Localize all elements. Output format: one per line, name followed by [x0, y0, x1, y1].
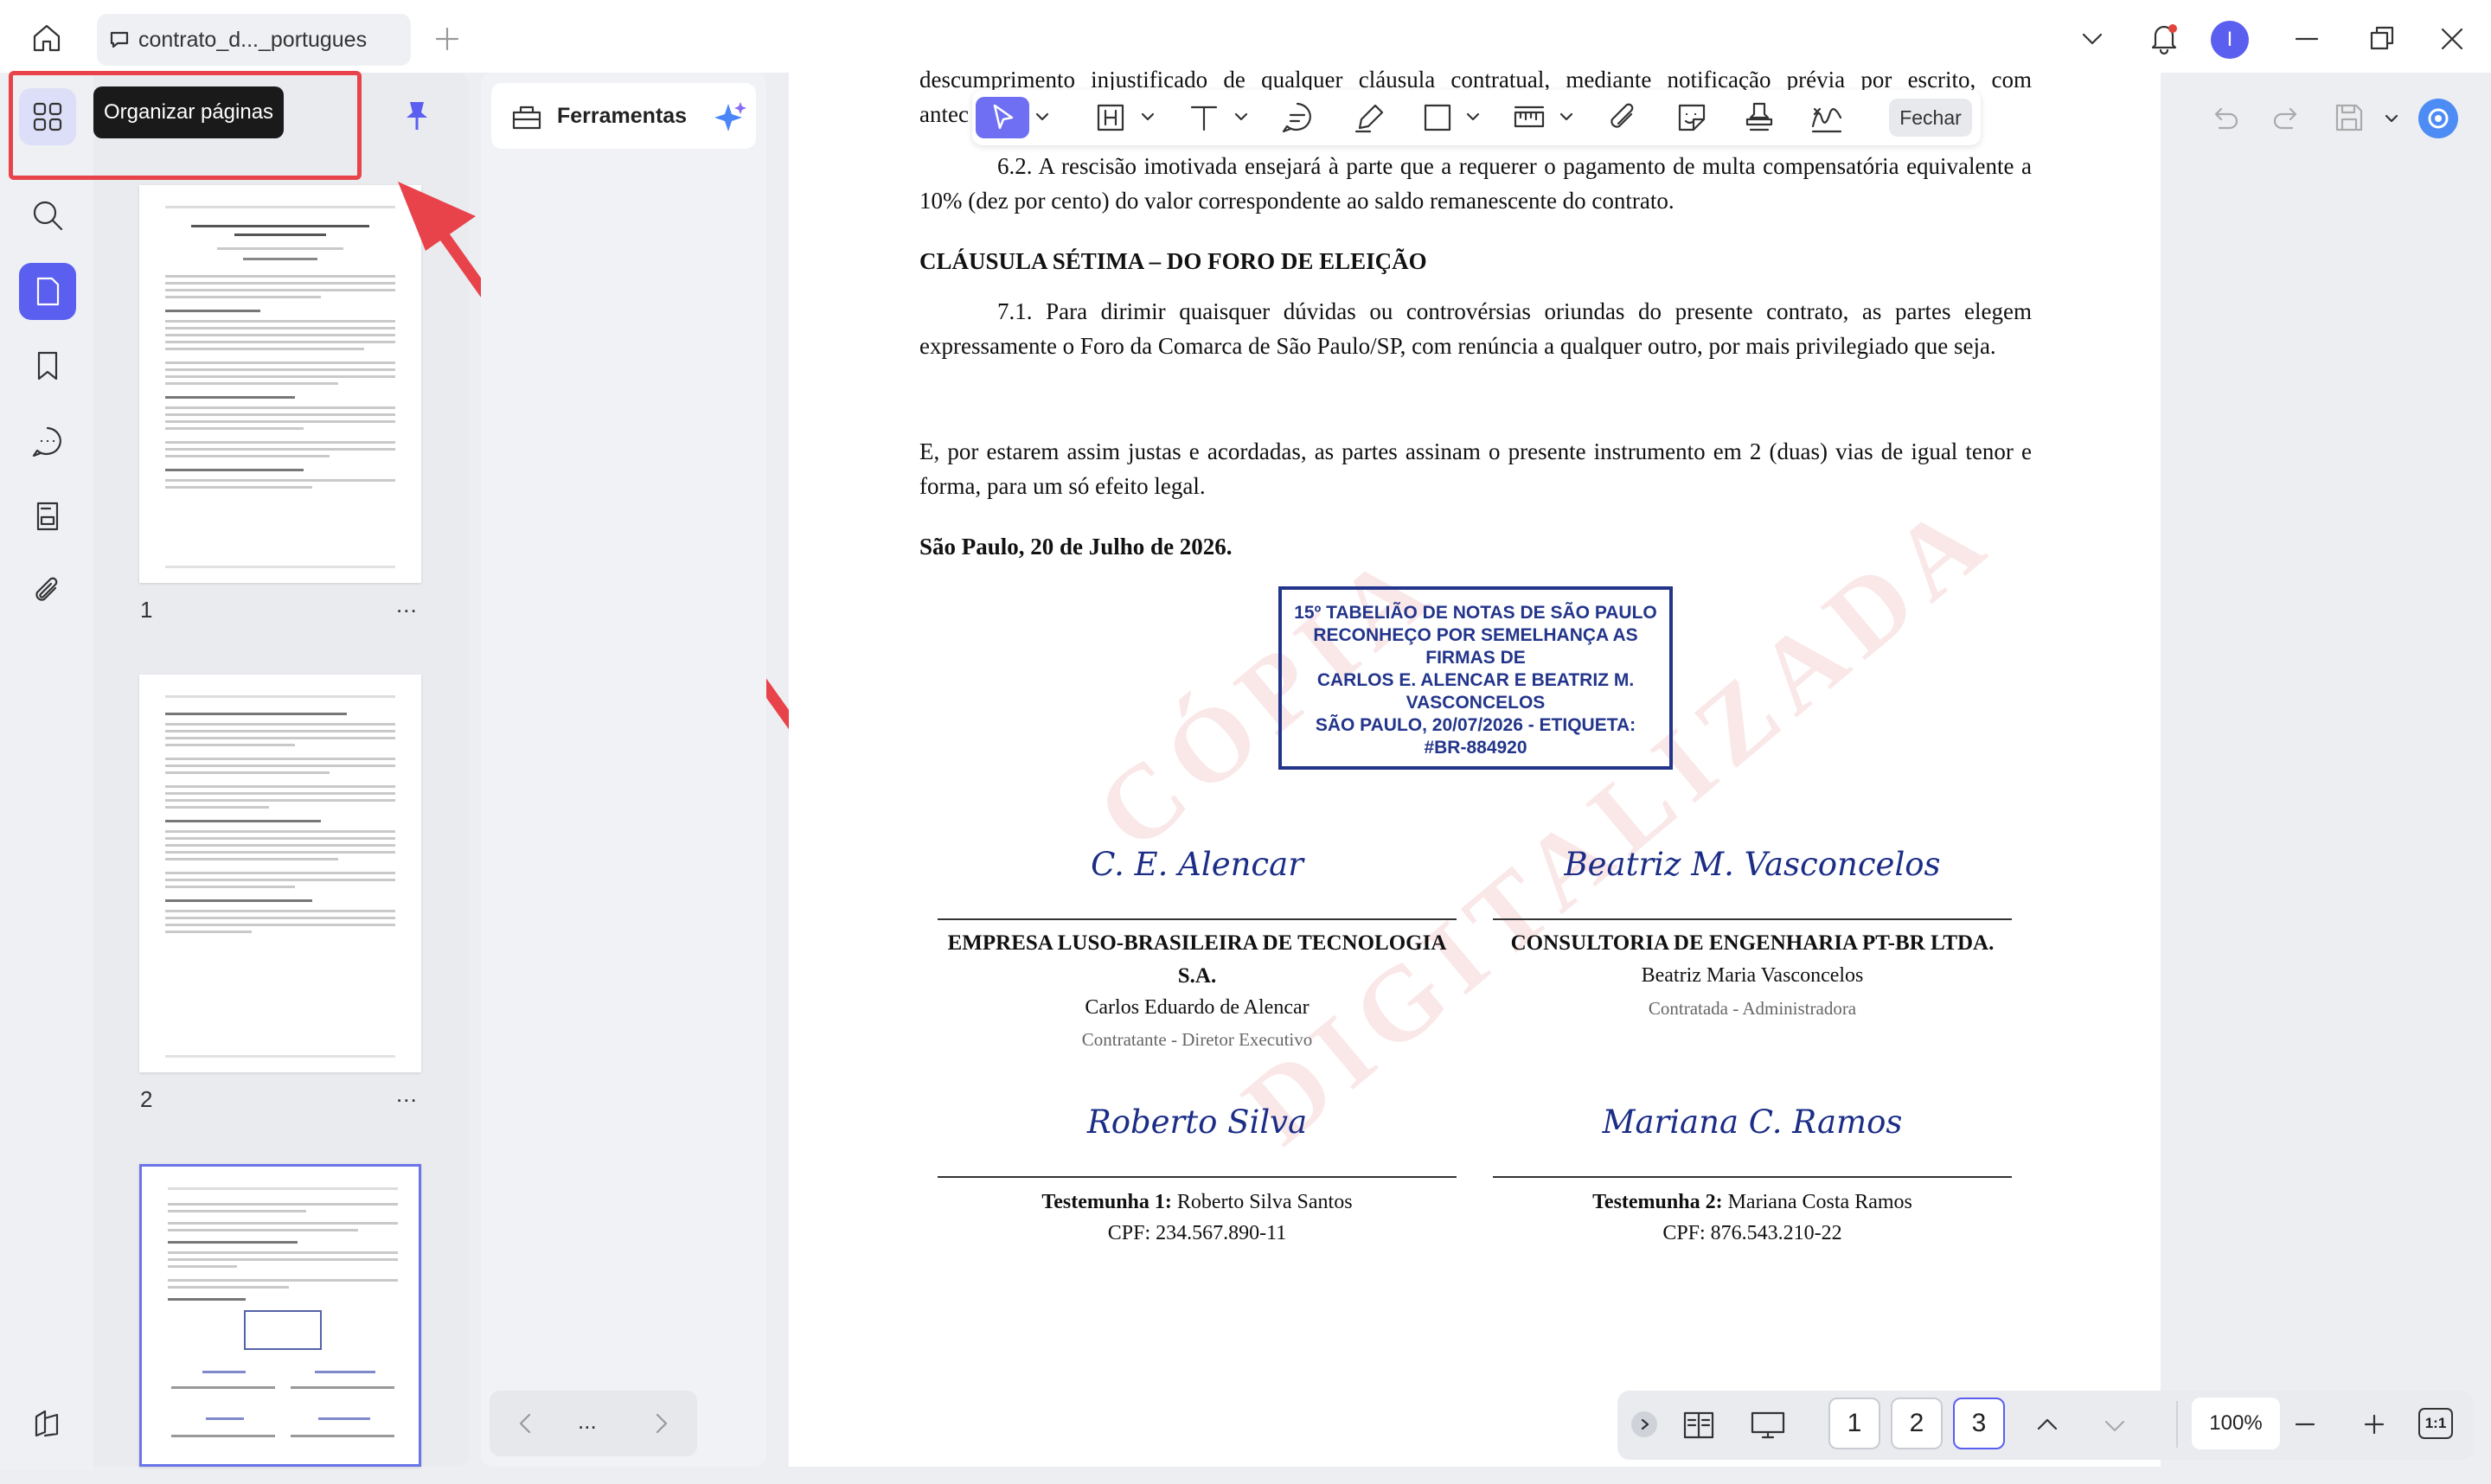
- comments-icon[interactable]: [19, 413, 76, 470]
- attachment-tool-icon[interactable]: [1605, 100, 1640, 135]
- document-tab[interactable]: contrato_d..._portugues: [97, 14, 411, 66]
- page-button-2[interactable]: 2: [1891, 1398, 1943, 1449]
- form-fields-icon[interactable]: [19, 488, 76, 545]
- rectangle-tool-icon[interactable]: [1420, 100, 1455, 135]
- notification-bell-icon[interactable]: [2147, 21, 2181, 55]
- text-tool-icon[interactable]: [1187, 100, 1221, 135]
- thumbnail-number: 1: [140, 597, 153, 623]
- chevron-down-icon[interactable]: [1034, 109, 1050, 125]
- pen-tool-icon[interactable]: [1353, 100, 1387, 135]
- collapse-arrow-icon[interactable]: [1631, 1411, 1657, 1437]
- signatory-name: Carlos Eduardo de Alencar: [1085, 996, 1310, 1019]
- page-thumbnails-icon[interactable]: [19, 263, 76, 320]
- signature-vasconcelos: Beatriz M. Vasconcelos: [1564, 846, 1941, 883]
- witness-2-info: Testemunha 2: Mariana Costa Ramos CPF: 8…: [1592, 1191, 1912, 1244]
- signature-witness-1: Roberto Silva: [1086, 1103, 1308, 1141]
- signature-witness-2: Mariana C. Ramos: [1602, 1103, 1903, 1141]
- toolbox-icon: [510, 100, 543, 133]
- left-nav: [0, 73, 93, 1470]
- restore-window-icon[interactable]: [2368, 24, 2396, 52]
- select-tool[interactable]: [976, 97, 1029, 138]
- redo-icon[interactable]: [2271, 104, 2301, 133]
- signatory-name: Beatriz Maria Vasconcelos: [1641, 964, 1864, 987]
- page-button-1[interactable]: 1: [1828, 1398, 1880, 1449]
- zoom-in-icon[interactable]: [2361, 1411, 2387, 1437]
- tools-button[interactable]: Ferramentas: [491, 83, 756, 149]
- document-page: CÓPIA DIGITALIZADA: [875, 73, 2041, 1467]
- actual-size-button[interactable]: 1:1: [2418, 1408, 2453, 1439]
- undo-icon[interactable]: [2211, 104, 2240, 133]
- chevron-down-icon[interactable]: [1140, 109, 1156, 125]
- signature-line: [938, 1176, 1457, 1178]
- pin-icon[interactable]: [401, 99, 432, 133]
- chevron-down-icon[interactable]: [2079, 26, 2105, 52]
- signature-alencar: C. E. Alencar: [1091, 846, 1303, 883]
- signature-line: [938, 918, 1457, 920]
- chevron-down-icon[interactable]: [2384, 111, 2399, 126]
- signature-line: [1493, 918, 2012, 920]
- pane-more-menu[interactable]: ...: [578, 1408, 597, 1435]
- next-arrow-icon[interactable]: [650, 1411, 673, 1436]
- tab-title: contrato_d..._portugues: [138, 28, 368, 52]
- new-tab-plus-icon[interactable]: [434, 26, 460, 52]
- chevron-down-icon[interactable]: [1465, 109, 1481, 125]
- signature-tool-icon[interactable]: [1809, 100, 1844, 135]
- sticker-tool-icon[interactable]: [1675, 100, 1709, 135]
- comment-tool-icon[interactable]: [1280, 100, 1315, 135]
- page-layout-icon[interactable]: [1681, 1408, 1716, 1442]
- annotation-toolbar: Fechar: [972, 90, 1981, 145]
- signatory-role: Contratada - Administradora: [1648, 998, 1857, 1019]
- highlight-tool-icon[interactable]: [1093, 100, 1128, 135]
- place-date: São Paulo, 20 de Julho de 2026.: [919, 534, 1233, 560]
- minimize-icon[interactable]: [2294, 26, 2320, 52]
- closing-paragraph: E, por estarem assim justas e acordadas,…: [919, 438, 2032, 499]
- measure-tool-icon[interactable]: [1512, 100, 1546, 135]
- heading-clause-7: CLÁUSULA SÉTIMA – DO FORO DE ELEIÇÃO: [919, 248, 1427, 274]
- chevron-down-icon[interactable]: [1559, 109, 1574, 125]
- right-action-bar: [2185, 83, 2475, 152]
- close-window-icon[interactable]: [2439, 26, 2465, 52]
- brand-icon[interactable]: [19, 1396, 76, 1453]
- signatory-company: EMPRESA LUSO-BRASILEIRA DE TECNOLOGIA S.…: [947, 931, 1447, 988]
- thumbnail-number: 2: [140, 1086, 153, 1112]
- user-avatar[interactable]: I: [2211, 21, 2249, 59]
- notary-stamp: 15º TABELIÃO DE NOTAS DE SÃO PAULO RECON…: [1278, 586, 1673, 770]
- signatory-role: Contratante - Diretor Executivo: [1081, 1029, 1313, 1050]
- prev-arrow-icon[interactable]: [514, 1411, 536, 1436]
- thumbnail-more-menu[interactable]: ...: [396, 1081, 418, 1108]
- tools-panel: Ferramentas ...: [481, 73, 766, 1467]
- search-icon[interactable]: [19, 187, 76, 244]
- stamp-tool-icon[interactable]: [1742, 100, 1777, 135]
- witness-1-info: Testemunha 1: Roberto Silva Santos CPF: …: [1041, 1191, 1353, 1244]
- tools-label: Ferramentas: [557, 104, 688, 128]
- bookmark-icon[interactable]: [19, 337, 76, 394]
- page-thumbnail-3-selected[interactable]: [139, 1164, 421, 1467]
- zoom-level[interactable]: 100%: [2192, 1398, 2280, 1449]
- highlight-box: [9, 71, 362, 180]
- save-icon[interactable]: [2334, 102, 2365, 133]
- page-navigation-bar: 1 2 3 100% 1:1: [1617, 1391, 2474, 1460]
- ai-assistant-icon[interactable]: [2418, 99, 2458, 138]
- zoom-out-icon[interactable]: [2292, 1411, 2318, 1437]
- close-toolbar-button[interactable]: Fechar: [1889, 99, 1972, 137]
- page-button-3-current[interactable]: 3: [1953, 1398, 2005, 1449]
- signatory-company: CONSULTORIA DE ENGENHARIA PT-BR LTDA.: [1510, 931, 1995, 955]
- divider: [2176, 1401, 2178, 1448]
- clause-6-2: 6.2. A rescisão imotivada ensejará à par…: [919, 153, 2032, 214]
- next-page-icon[interactable]: [2102, 1413, 2128, 1439]
- page-thumbnail-1[interactable]: [139, 185, 421, 583]
- ai-sparkle-icon[interactable]: [713, 100, 747, 135]
- presentation-icon[interactable]: [1749, 1408, 1787, 1442]
- signature-line: [1493, 1176, 2012, 1178]
- page-thumbnail-2[interactable]: [139, 675, 421, 1072]
- attachment-icon[interactable]: [19, 562, 76, 619]
- previous-page-icon[interactable]: [2034, 1411, 2060, 1437]
- comment-icon: [109, 29, 130, 50]
- pane-nav: ...: [490, 1391, 697, 1456]
- chevron-down-icon[interactable]: [1233, 109, 1249, 125]
- home-icon[interactable]: [29, 21, 64, 55]
- clause-7-1: 7.1. Para dirimir quaisquer dúvidas ou c…: [919, 298, 2032, 359]
